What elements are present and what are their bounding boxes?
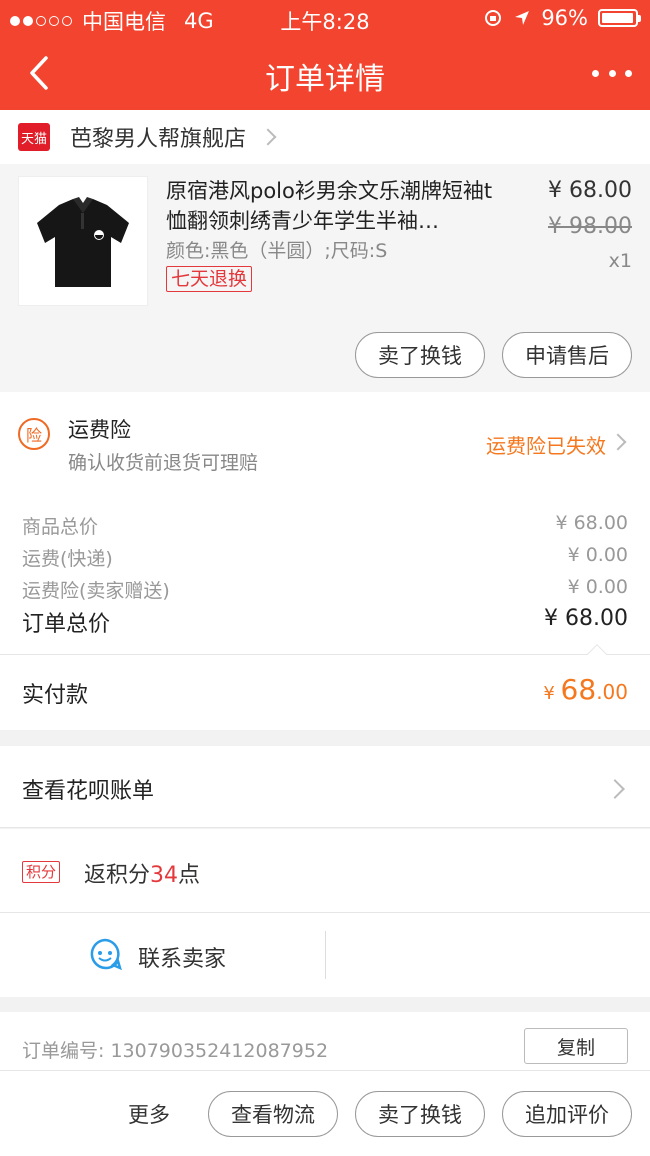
- shop-name: 芭黎男人帮旗舰店: [70, 127, 247, 152]
- cost-value: ¥ 0.00: [567, 544, 628, 566]
- points-text: 返积分34点: [84, 857, 200, 889]
- orientation-lock-icon: [485, 10, 502, 26]
- contact-row: 联系卖家: [0, 913, 650, 997]
- chevron-right-icon: [605, 779, 625, 799]
- points-prefix: 返积分: [84, 863, 151, 888]
- chevron-right-icon: [259, 128, 277, 146]
- points-number: 34: [150, 863, 179, 888]
- seven-day-return-tag: 七天退换: [166, 266, 253, 292]
- huabei-label: 查看花呗账单: [22, 779, 155, 804]
- insurance-icon: 险: [18, 418, 50, 450]
- sell-for-cash-button[interactable]: 卖了换钱: [355, 1091, 485, 1137]
- more-dot-icon: [625, 69, 632, 77]
- product-thumbnail[interactable]: [18, 176, 148, 306]
- product-original-price: ¥ 98.00: [548, 214, 632, 239]
- product-name: 原宿港风polo衫男余文乐潮牌短袖t恤翻领刺绣青少年学生半袖…: [166, 179, 493, 233]
- paid-currency: ¥: [543, 683, 561, 704]
- cost-row-goods: 商品总价 ¥ 68.00: [22, 512, 628, 539]
- order-number: 订单编号: 13079035241208795​2: [22, 1040, 329, 1062]
- cost-breakdown: 商品总价 ¥ 68.00 运费(快递) ¥ 0.00 运费险(卖家赠送) ¥ 0…: [0, 482, 650, 654]
- product-quantity: x1: [608, 250, 632, 272]
- after-sale-button[interactable]: 申请售后: [502, 332, 632, 378]
- polo-shirt-image: [37, 197, 129, 287]
- cost-label: 订单总价: [22, 612, 111, 637]
- status-bar: 中国电信 4G 上午8:28 96%: [0, 0, 650, 36]
- product-variant: 颜色:黑色（半圆）;尺码:S: [166, 240, 388, 262]
- cost-row-shipping: 运费(快递) ¥ 0.00: [22, 544, 628, 571]
- cost-value: ¥ 0.00: [567, 576, 628, 598]
- cost-label: 运费险(卖家赠送): [22, 580, 170, 602]
- contact-seller-label: 联系卖家: [138, 947, 227, 972]
- divider: [325, 931, 326, 979]
- insurance-status: 运费险已失效: [486, 434, 606, 458]
- product-price: ¥ 68.00: [548, 178, 632, 203]
- contact-seller-button[interactable]: 联系卖家: [0, 913, 325, 997]
- page-title: 订单详情: [265, 62, 385, 97]
- paid-integer: 68: [560, 673, 597, 706]
- chevron-right-icon: [609, 433, 627, 451]
- cost-row-insurance: 运费险(卖家赠送) ¥ 0.00: [22, 576, 628, 603]
- actual-paid-row: 实付款 ¥ 68.00: [0, 644, 650, 730]
- battery-percent: 96%: [541, 6, 588, 30]
- more-actions-link[interactable]: 更多: [128, 1099, 170, 1129]
- battery-icon: [598, 9, 641, 27]
- bottom-action-bar: 更多 查看物流 卖了换钱 追加评价: [0, 1070, 650, 1156]
- huabei-bill-row[interactable]: 查看花呗账单: [0, 746, 650, 828]
- cost-value: ¥ 68.00: [544, 606, 628, 631]
- add-review-button[interactable]: 追加评价: [502, 1091, 632, 1137]
- location-arrow-icon: [515, 11, 530, 25]
- status-right: 96%: [483, 6, 641, 30]
- paid-amount: ¥ 68.00: [543, 673, 628, 706]
- paid-decimal: .00: [596, 680, 628, 704]
- sell-for-cash-button[interactable]: 卖了换钱: [355, 332, 485, 378]
- cost-label: 运费(快递): [22, 548, 113, 570]
- tmall-logo: 天猫: [18, 123, 50, 151]
- copy-order-number-button[interactable]: 复制: [524, 1028, 628, 1064]
- cost-row-order-total: 订单总价 ¥ 68.00: [22, 606, 628, 638]
- paid-label: 实付款: [22, 683, 89, 708]
- cost-value: ¥ 68.00: [555, 512, 628, 534]
- points-badge: 积分: [22, 861, 61, 883]
- insurance-title: 运费险: [68, 418, 131, 442]
- points-suffix: 点: [178, 863, 201, 888]
- more-options-button[interactable]: [592, 58, 632, 88]
- product-card[interactable]: 原宿港风polo衫男余文乐潮牌短袖t恤翻领刺绣青少年学生半袖… 颜色:黑色（半圆…: [0, 164, 650, 392]
- cost-label: 商品总价: [22, 516, 99, 538]
- view-logistics-button[interactable]: 查看物流: [208, 1091, 338, 1137]
- more-dot-icon: [592, 69, 599, 77]
- points-row: 积分 返积分34点: [0, 829, 650, 913]
- more-dot-icon: [608, 69, 616, 77]
- chat-bubble-icon: [90, 938, 122, 971]
- shop-row[interactable]: 天猫 芭黎男人帮旗舰店: [0, 110, 650, 164]
- shipping-insurance-row[interactable]: 险 运费险 确认收货前退货可理赔 运费险已失效: [0, 392, 650, 482]
- insurance-icon-text: 险: [25, 426, 42, 445]
- tmall-logo-text: 天猫: [20, 131, 47, 147]
- nav-bar: 订单详情: [0, 36, 650, 110]
- insurance-subtitle: 确认收货前退货可理赔: [68, 452, 259, 474]
